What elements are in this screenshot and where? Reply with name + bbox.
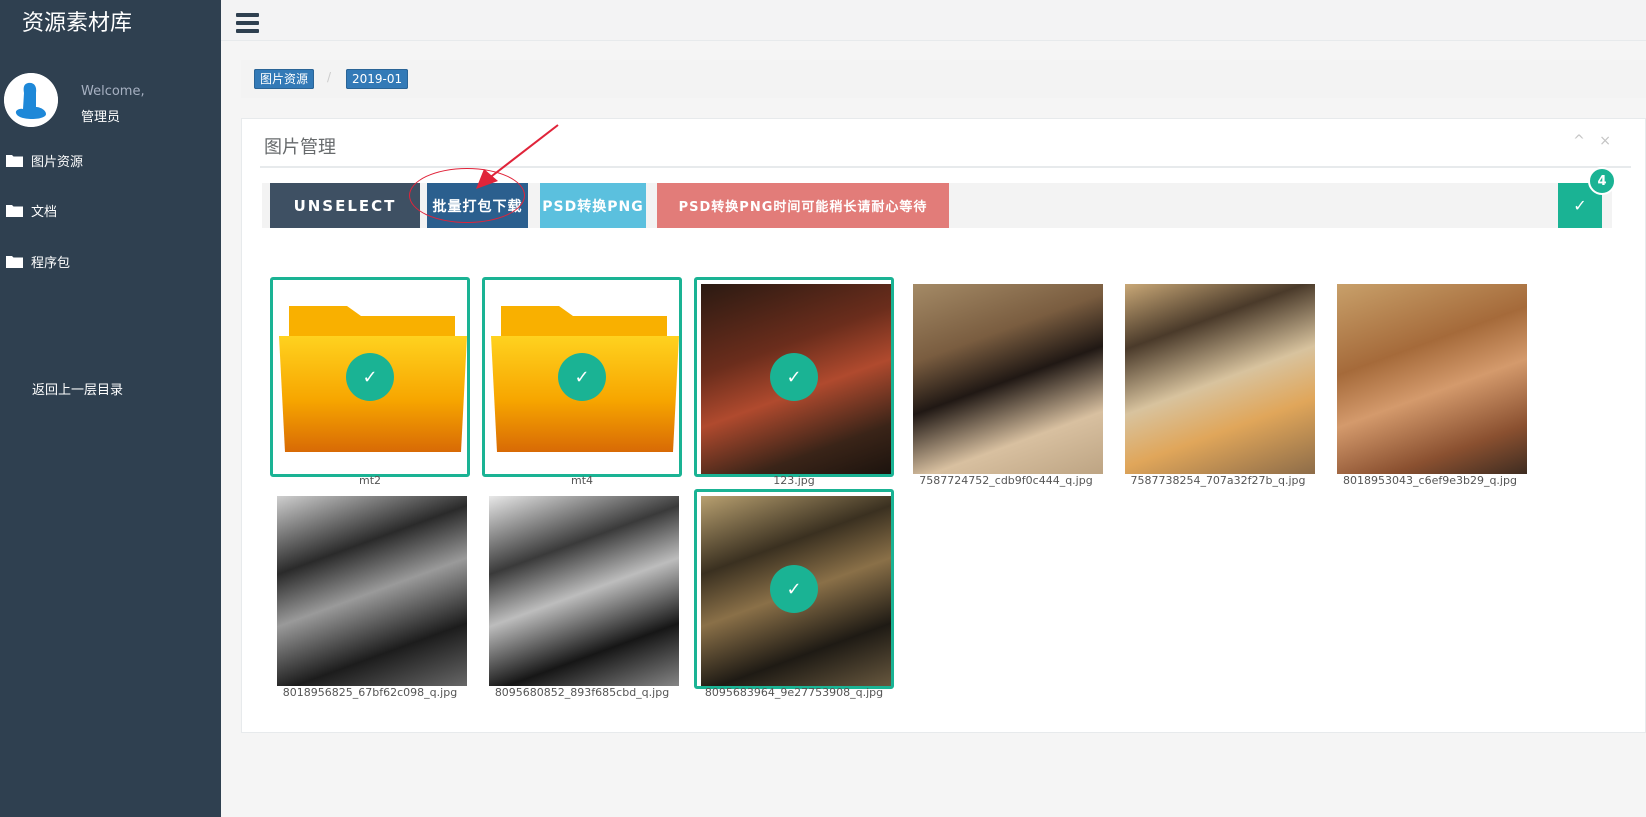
thumbnail-frame	[482, 489, 682, 689]
collapse-icon[interactable]: ^	[1573, 133, 1585, 149]
nav-item-label: 程序包	[31, 255, 71, 271]
item-caption: 7587724752_cdb9f0c444_q.jpg	[919, 474, 1093, 487]
gallery-item[interactable]: 8018953043_c6ef9e3b29_q.jpg	[1330, 277, 1530, 491]
close-icon[interactable]: ×	[1599, 133, 1611, 149]
gallery-item[interactable]: ✓ mt4	[482, 277, 682, 491]
nav-item-label: 文档	[31, 204, 58, 220]
nav-item-packages[interactable]: 程序包	[6, 249, 70, 273]
thumbnail-frame	[1118, 277, 1318, 477]
folder-icon	[6, 204, 23, 217]
gallery-item[interactable]: ✓ mt2	[270, 277, 470, 491]
selected-check-icon: ✓	[770, 353, 818, 401]
photo-thumbnail	[1125, 284, 1315, 474]
selected-check-icon: ✓	[558, 353, 606, 401]
nav-item-images[interactable]: 图片资源	[6, 148, 83, 172]
hamburger-menu-icon[interactable]	[236, 13, 259, 33]
item-caption: 8018956825_67bf62c098_q.jpg	[282, 686, 458, 699]
item-caption: 7587738254_707a32f27b_q.jpg	[1130, 474, 1306, 487]
selected-check-icon: ✓	[770, 565, 818, 613]
gallery-item[interactable]: 7587724752_cdb9f0c444_q.jpg	[906, 277, 1106, 491]
folder-icon	[6, 255, 23, 268]
gallery-item[interactable]: ✓ 123.jpg	[694, 277, 894, 491]
photo-thumbnail	[277, 496, 467, 686]
check-icon: ✓	[1573, 196, 1587, 215]
app-title: 资源素材库	[22, 11, 133, 36]
panel-tools: ^ ×	[1563, 133, 1611, 149]
unselect-button[interactable]: UNSELECT	[270, 183, 420, 228]
thumbnail-frame	[1330, 277, 1530, 477]
item-caption: 8018953043_c6ef9e3b29_q.jpg	[1343, 474, 1517, 487]
sidebar: 资源素材库 Welcome, 管理员 图片资源 文档 程序包 返回上一层目录	[0, 0, 221, 817]
gallery-item[interactable]: ✓ 8095683964_9e27753908_q.jpg	[694, 489, 894, 703]
gallery-item[interactable]: 7587738254_707a32f27b_q.jpg	[1118, 277, 1318, 491]
photo-thumbnail	[913, 284, 1103, 474]
item-caption: 123.jpg	[773, 474, 815, 487]
batch-download-button[interactable]: 批量打包下载	[427, 183, 528, 228]
photo-thumbnail	[489, 496, 679, 686]
item-caption: mt4	[570, 474, 594, 487]
action-toolbar: UNSELECT 批量打包下载 PSD转换PNG PSD转换PNG时间可能稍长请…	[262, 167, 1616, 228]
top-navbar	[221, 0, 1646, 41]
psd-to-png-button[interactable]: PSD转换PNG	[540, 183, 646, 228]
item-caption: mt2	[358, 474, 382, 487]
username: 管理员	[81, 110, 121, 125]
selected-count-badge: 4	[1588, 167, 1616, 195]
avatar[interactable]	[4, 73, 58, 127]
thumbnail-frame	[906, 277, 1106, 477]
breadcrumb-item-images[interactable]: 图片资源	[254, 69, 315, 89]
panel-divider	[260, 166, 1631, 168]
gallery-item[interactable]: 8095680852_893f685cbd_q.jpg	[482, 489, 682, 703]
thumbnail-frame	[270, 489, 470, 689]
psd-conversion-notice-button[interactable]: PSD转换PNG时间可能稍长请耐心等待	[657, 183, 949, 228]
gallery-item[interactable]: 8018956825_67bf62c098_q.jpg	[270, 489, 470, 703]
nav-item-label: 图片资源	[31, 154, 84, 170]
panel-title: 图片管理	[264, 137, 336, 158]
folder-icon	[6, 154, 23, 167]
item-caption: 8095683964_9e27753908_q.jpg	[704, 686, 884, 699]
breadcrumb: 图片资源 / 2019-01	[241, 60, 1646, 98]
selected-check-icon: ✓	[346, 353, 394, 401]
nav-item-documents[interactable]: 文档	[6, 198, 57, 222]
welcome-text: Welcome,	[81, 84, 145, 99]
breadcrumb-separator: /	[327, 70, 332, 84]
photo-thumbnail	[1337, 284, 1527, 474]
item-caption: 8095680852_893f685cbd_q.jpg	[494, 686, 670, 699]
breadcrumb-item-folder[interactable]: 2019-01	[346, 69, 409, 89]
back-to-parent-link[interactable]: 返回上一层目录	[32, 379, 123, 398]
